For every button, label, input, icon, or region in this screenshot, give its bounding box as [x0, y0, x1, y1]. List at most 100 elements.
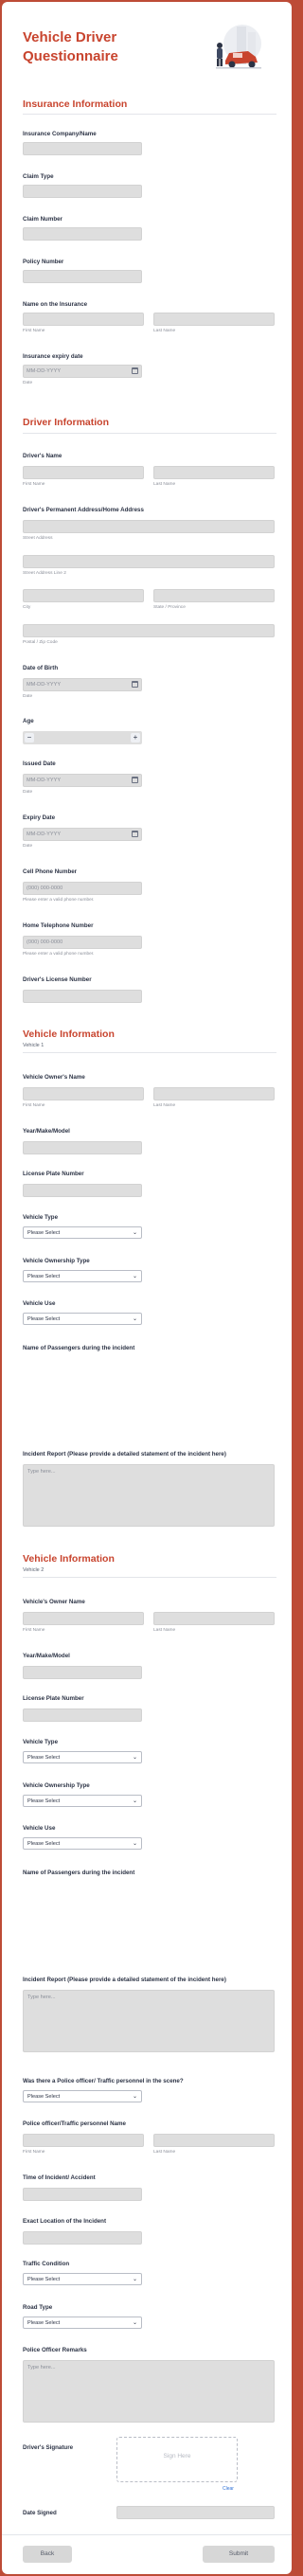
driver-last-name-input[interactable] — [153, 466, 275, 479]
home-phone-label: Home Telephone Number — [23, 922, 94, 929]
vehicle2-ownership-label: Vehicle Ownership Type — [23, 1782, 90, 1789]
signature-placeholder: Sign Here — [163, 2453, 191, 2460]
officer-last-name-input[interactable] — [153, 2134, 275, 2147]
chevron-down-icon: ⌄ — [132, 1841, 137, 1847]
police-question-select[interactable]: Please Select ⌄ — [23, 2090, 142, 2102]
signature-label: Driver's Signature — [23, 2444, 74, 2451]
select-value: Please Select — [27, 1841, 61, 1847]
vehicle2-type-label: Vehicle Type — [23, 1739, 59, 1745]
state-input[interactable] — [153, 589, 275, 602]
police-remarks-textarea[interactable]: Type here... — [23, 2360, 275, 2423]
street-address-2-hint: Street Address Line 2 — [23, 571, 66, 576]
first-name-hint: First Name — [23, 482, 45, 487]
road-type-label: Road Type — [23, 2304, 53, 2311]
vehicle2-ownership-select[interactable]: Please Select ⌄ — [23, 1795, 142, 1807]
state-hint: State / Province — [153, 605, 186, 610]
vehicle1-type-select[interactable]: Please Select ⌄ — [23, 1226, 142, 1239]
page-title: Vehicle Driver Questionnaire — [23, 29, 118, 64]
vehicle2-owner-label: Vehicle's Owner Name — [23, 1599, 85, 1605]
calendar-icon[interactable] — [132, 831, 138, 837]
date-signed-input[interactable] — [116, 2506, 275, 2519]
vehicle1-ownership-select[interactable]: Please Select ⌄ — [23, 1270, 142, 1282]
vehicle2-use-select[interactable]: Please Select ⌄ — [23, 1837, 142, 1850]
select-value: Please Select — [27, 2094, 61, 2100]
last-name-hint: Last Name — [153, 1628, 176, 1633]
textarea-placeholder: Type here... — [27, 1995, 56, 2000]
incident-time-input[interactable] — [23, 2188, 142, 2201]
first-name-hint: First Name — [23, 1103, 45, 1108]
chevron-down-icon: ⌄ — [132, 1230, 137, 1236]
street-address-2-input[interactable] — [23, 555, 275, 568]
traffic-condition-select[interactable]: Please Select ⌄ — [23, 2273, 142, 2285]
cell-phone-placeholder: (000) 000-0000 — [27, 886, 63, 891]
back-button[interactable]: Back — [23, 2546, 72, 2563]
postal-code-input[interactable] — [23, 624, 275, 637]
footer-divider — [2, 2534, 292, 2535]
license-number-input[interactable] — [23, 990, 142, 1003]
vehicle2-owner-last-input[interactable] — [153, 1612, 275, 1625]
date-hint: Date — [23, 790, 33, 795]
incident-time-label: Time of Incident/ Accident — [23, 2174, 96, 2181]
vehicle1-plate-label: License Plate Number — [23, 1171, 84, 1177]
textarea-placeholder: Type here... — [27, 2365, 56, 2370]
vehicle1-subheading: Vehicle 1 — [23, 1043, 45, 1048]
expiry-date-placeholder: MM-DD-YYYY — [27, 832, 62, 837]
claim-number-label: Claim Number — [23, 216, 62, 223]
city-hint: City — [23, 605, 31, 610]
driver-name-label: Driver's Name — [23, 453, 62, 459]
incident-location-input[interactable] — [23, 2231, 142, 2245]
vehicle2-plate-input[interactable] — [23, 1708, 142, 1722]
calendar-icon[interactable] — [132, 681, 138, 688]
city-input[interactable] — [23, 589, 144, 602]
issued-date-placeholder: MM-DD-YYYY — [27, 778, 62, 783]
car-accident-illustration — [216, 25, 261, 69]
policy-number-input[interactable] — [23, 270, 142, 283]
signature-pad[interactable]: Sign Here — [116, 2437, 238, 2482]
vehicle1-ymm-input[interactable] — [23, 1141, 142, 1154]
vehicle1-use-label: Vehicle Use — [23, 1300, 56, 1307]
section-vehicle1-heading: Vehicle Information — [23, 1029, 115, 1040]
vehicle1-plate-input[interactable] — [23, 1184, 142, 1197]
insurance-name-label: Name on the Insurance — [23, 301, 88, 308]
section-driver-heading: Driver Information — [23, 417, 110, 428]
textarea-placeholder: Type here... — [27, 1469, 56, 1475]
claim-number-input[interactable] — [23, 227, 142, 241]
street-address-input[interactable] — [23, 520, 275, 533]
home-phone-placeholder: (000) 000-0000 — [27, 939, 63, 945]
driver-address-label: Driver's Permanent Address/Home Address — [23, 507, 144, 513]
vehicle1-owner-first-input[interactable] — [23, 1087, 144, 1100]
insurance-last-name-input[interactable] — [153, 313, 275, 326]
vehicle1-owner-last-input[interactable] — [153, 1087, 275, 1100]
first-name-hint: First Name — [23, 329, 45, 333]
calendar-icon[interactable] — [132, 777, 138, 783]
vehicle2-owner-first-input[interactable] — [23, 1612, 144, 1625]
street-address-hint: Street Address — [23, 536, 53, 541]
driver-first-name-input[interactable] — [23, 466, 144, 479]
vehicle1-use-select[interactable]: Please Select ⌄ — [23, 1313, 142, 1325]
vehicle2-report-textarea[interactable]: Type here... — [23, 1990, 275, 2052]
claim-type-input[interactable] — [23, 185, 142, 198]
section-divider — [23, 114, 276, 115]
vehicle2-type-select[interactable]: Please Select ⌄ — [23, 1751, 142, 1763]
road-type-select[interactable]: Please Select ⌄ — [23, 2317, 142, 2329]
vehicle2-ymm-input[interactable] — [23, 1666, 142, 1679]
increment-button[interactable]: + — [131, 733, 140, 742]
claim-type-label: Claim Type — [23, 173, 54, 180]
insurance-first-name-input[interactable] — [23, 313, 144, 326]
date-hint: Date — [23, 694, 33, 699]
insurance-company-input[interactable] — [23, 142, 142, 155]
decrement-button[interactable]: − — [25, 733, 34, 742]
select-value: Please Select — [27, 2277, 61, 2282]
calendar-icon[interactable] — [132, 367, 138, 374]
submit-button[interactable]: Submit — [203, 2546, 275, 2563]
vehicle1-type-label: Vehicle Type — [23, 1214, 59, 1221]
clear-signature-link[interactable]: Clear — [223, 2486, 234, 2492]
insurance-expiry-placeholder: MM-DD-YYYY — [27, 368, 62, 374]
vehicle2-plate-label: License Plate Number — [23, 1695, 84, 1702]
chevron-down-icon: ⌄ — [132, 2320, 137, 2326]
officer-first-name-input[interactable] — [23, 2134, 144, 2147]
vehicle1-owner-label: Vehicle Owner's Name — [23, 1074, 85, 1081]
vehicle1-report-textarea[interactable]: Type here... — [23, 1464, 275, 1527]
last-name-hint: Last Name — [153, 482, 176, 487]
age-stepper[interactable]: − + — [23, 731, 142, 744]
